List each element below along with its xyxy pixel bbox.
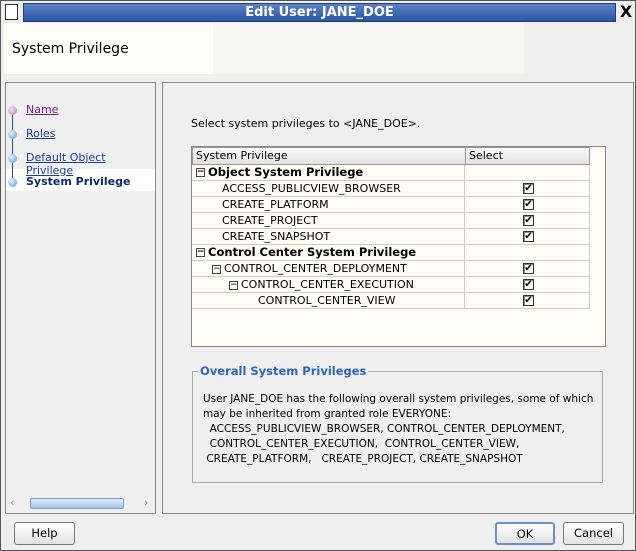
privilege-cell: ACCESS_PUBLICVIEW_BROWSER (192, 181, 465, 197)
collapse-icon[interactable]: − (196, 168, 205, 177)
privilege-name: CONTROL_CENTER_VIEW (258, 294, 396, 307)
scroll-left-icon[interactable]: ‹ (10, 496, 14, 509)
table-row[interactable]: ACCESS_PUBLICVIEW_BROWSER ✔ (192, 181, 590, 197)
collapse-icon[interactable]: − (229, 280, 238, 290)
privilege-cell: CREATE_PLATFORM (192, 197, 465, 213)
group-title: Overall System Privileges (198, 364, 369, 378)
table-row[interactable]: CREATE_SNAPSHOT ✔ (192, 229, 590, 245)
step-indicator-icon (8, 130, 17, 139)
step-connector (12, 109, 13, 179)
scrollbar-thumb[interactable] (30, 498, 124, 509)
privilege-checkbox[interactable]: ✔ (523, 263, 534, 274)
select-cell: ✔ (465, 293, 590, 309)
step-3: System Privilege (26, 175, 130, 188)
step-indicator-icon (8, 154, 17, 163)
table-row[interactable]: − CONTROL_CENTER_EXECUTION ✔ (192, 277, 590, 293)
step-indicator-icon (8, 106, 17, 115)
select-cell: ✔ (465, 197, 590, 213)
privilege-checkbox[interactable]: ✔ (523, 295, 534, 306)
overall-privileges-text: User JANE_DOE has the following overall … (203, 392, 593, 467)
overall-line: CREATE_PLATFORM, CREATE_PROJECT, CREATE_… (203, 453, 523, 465)
horizontal-scrollbar[interactable]: ‹ › (8, 496, 153, 511)
overall-line: CONTROL_CENTER_EXECUTION, CONTROL_CENTER… (203, 438, 520, 450)
privilege-cell: − Control Center System Privilege (192, 245, 465, 261)
table-row[interactable]: CREATE_PLATFORM ✔ (192, 197, 590, 213)
cancel-button[interactable]: Cancel (563, 522, 624, 545)
content-panel: Select system privileges to <JANE_DOE>. … (162, 82, 634, 514)
select-cell (465, 245, 590, 261)
privilege-name: CONTROL_CENTER_EXECUTION (241, 278, 414, 291)
edit-user-dialog: Edit User: JANE_DOE X System Privilege N… (0, 0, 636, 551)
table-row[interactable]: − Object System Privilege (192, 165, 590, 181)
close-icon[interactable]: X (618, 2, 634, 22)
window-menu-icon[interactable] (5, 4, 18, 20)
privilege-name: CONTROL_CENTER_DEPLOYMENT (224, 262, 407, 275)
table-row[interactable]: − CONTROL_CENTER_DEPLOYMENT ✔ (192, 261, 590, 277)
privilege-checkbox[interactable]: ✔ (523, 279, 534, 290)
table-row[interactable]: − Control Center System Privilege (192, 245, 590, 261)
overall-line: may be inherited from granted role EVERY… (203, 408, 452, 420)
privilege-cell: − CONTROL_CENTER_DEPLOYMENT (192, 261, 465, 277)
page-header: System Privilege (4, 23, 524, 74)
step-1[interactable]: Roles (26, 127, 55, 140)
collapse-icon[interactable]: − (212, 264, 221, 274)
privilege-name: Object System Privilege (208, 165, 364, 179)
privilege-cell: CREATE_SNAPSHOT (192, 229, 465, 245)
privilege-name: CREATE_PLATFORM (222, 198, 329, 211)
help-button[interactable]: Help (14, 522, 75, 545)
scroll-right-icon[interactable]: › (144, 496, 148, 509)
privilege-checkbox[interactable]: ✔ (523, 183, 534, 194)
privilege-checkbox[interactable]: ✔ (523, 199, 534, 210)
select-cell: ✔ (465, 229, 590, 245)
select-cell: ✔ (465, 277, 590, 293)
help-label: Help (31, 526, 58, 540)
column-header-select[interactable]: Select (465, 147, 590, 165)
step-link[interactable]: Name (26, 103, 58, 116)
privilege-name: CREATE_PROJECT (222, 214, 318, 227)
select-cell: ✔ (465, 181, 590, 197)
overall-line: ACCESS_PUBLICVIEW_BROWSER, CONTROL_CENTE… (203, 423, 565, 435)
column-header-privilege[interactable]: System Privilege (192, 147, 466, 165)
step-link[interactable]: Roles (26, 127, 55, 140)
step-indicator-icon (8, 178, 17, 187)
privilege-checkbox[interactable]: ✔ (523, 231, 534, 242)
privilege-name: ACCESS_PUBLICVIEW_BROWSER (222, 182, 401, 195)
step-label: System Privilege (26, 175, 131, 188)
select-cell: ✔ (465, 213, 590, 229)
overall-line: User JANE_DOE has the following overall … (203, 393, 594, 405)
privilege-cell: CREATE_PROJECT (192, 213, 465, 229)
table-row[interactable]: CONTROL_CENTER_VIEW ✔ (192, 293, 590, 309)
step-link[interactable]: Default Object Privilege (26, 151, 106, 177)
ok-button[interactable]: OK (495, 522, 555, 545)
privilege-table: System Privilege Select − Object System P… (191, 146, 606, 347)
select-cell: ✔ (465, 261, 590, 277)
privilege-name: Control Center System Privilege (208, 245, 417, 259)
step-0[interactable]: Name (26, 103, 58, 116)
privilege-cell: − Object System Privilege (192, 165, 465, 181)
overall-privileges-group: Overall System Privileges User JANE_DOE … (192, 364, 603, 483)
wizard-steps-panel: Name Roles Default Object Privilege System … (5, 82, 156, 514)
page-title: System Privilege (12, 41, 129, 57)
collapse-icon[interactable]: − (196, 248, 205, 257)
privilege-cell: CONTROL_CENTER_VIEW (192, 293, 465, 309)
privilege-name: CREATE_SNAPSHOT (222, 230, 331, 243)
window-title: Edit User: JANE_DOE (23, 3, 616, 22)
privilege-cell: − CONTROL_CENTER_EXECUTION (192, 277, 465, 293)
step-2[interactable]: Default Object Privilege (26, 151, 155, 177)
select-cell (465, 165, 590, 181)
prompt-text: Select system privileges to <JANE_DOE>. (191, 117, 421, 130)
privilege-checkbox[interactable]: ✔ (523, 215, 534, 226)
table-row[interactable]: CREATE_PROJECT ✔ (192, 213, 590, 229)
